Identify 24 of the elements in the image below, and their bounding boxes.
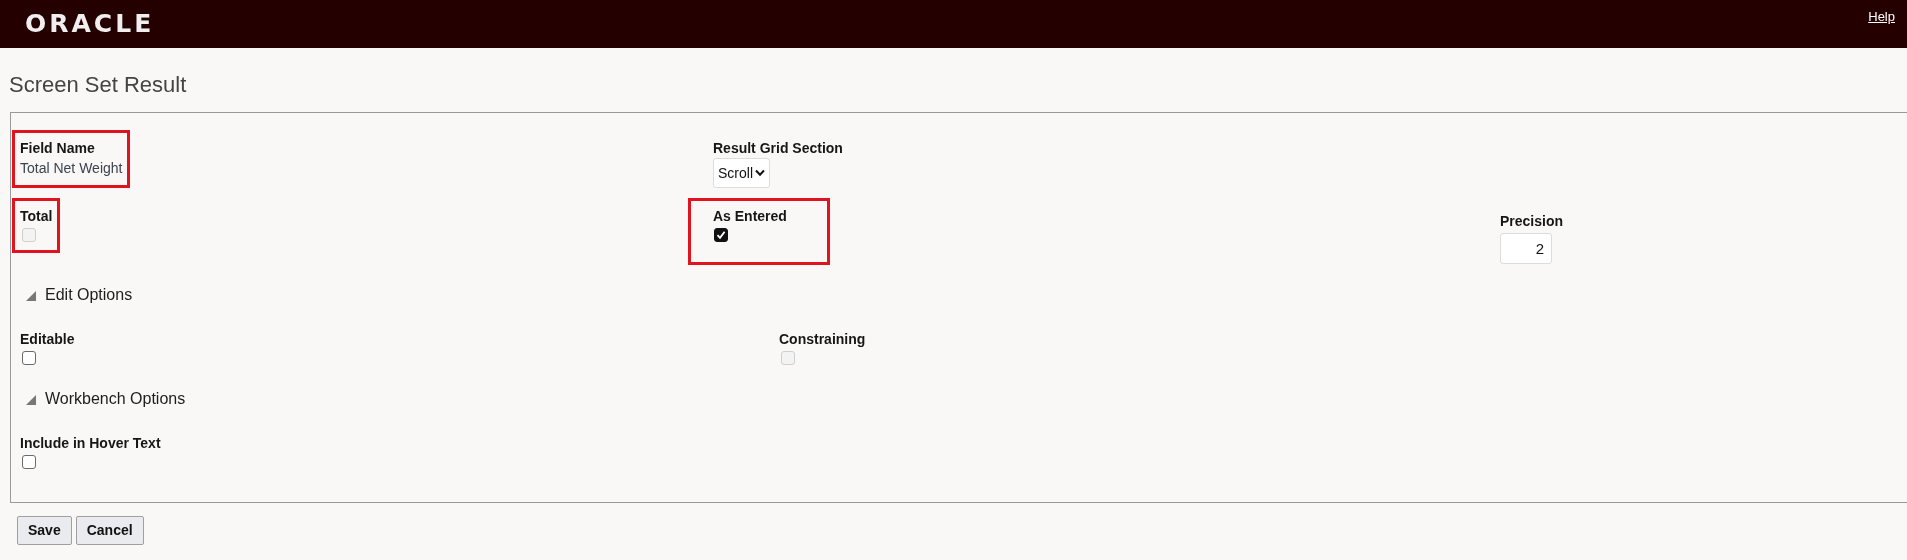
checkbox[interactable] bbox=[22, 351, 36, 365]
form-button[interactable]: Cancel bbox=[75, 516, 144, 545]
field-label: Field Name bbox=[20, 139, 96, 157]
checkbox[interactable] bbox=[22, 455, 36, 469]
field-label: Include in Hover Text bbox=[20, 434, 161, 452]
section-heading[interactable]: Workbench Options bbox=[45, 389, 186, 409]
triangle-down-icon[interactable] bbox=[25, 289, 36, 301]
field-label: Editable bbox=[20, 330, 76, 348]
page-title: Screen Set Result bbox=[9, 72, 188, 98]
field-value: Total Net Weight bbox=[20, 159, 123, 177]
precision-field[interactable]: 2 bbox=[1500, 233, 1552, 264]
oracle-logo: ORACLE bbox=[25, 12, 155, 36]
field-label: Constraining bbox=[779, 330, 866, 348]
section-heading[interactable]: Edit Options bbox=[45, 285, 133, 305]
checkbox[interactable] bbox=[714, 228, 728, 242]
help-link[interactable]: Help bbox=[1868, 7, 1895, 27]
field-label: Precision bbox=[1500, 212, 1564, 230]
field-label: Total bbox=[20, 207, 53, 225]
field-label: As Entered bbox=[713, 207, 787, 225]
chevron-down-icon bbox=[755, 169, 765, 177]
field-label: Result Grid Section bbox=[713, 139, 844, 157]
form-button[interactable]: Save bbox=[17, 516, 72, 545]
triangle-down-icon[interactable] bbox=[25, 393, 36, 405]
dropdown[interactable]: Scroll bbox=[713, 158, 770, 188]
